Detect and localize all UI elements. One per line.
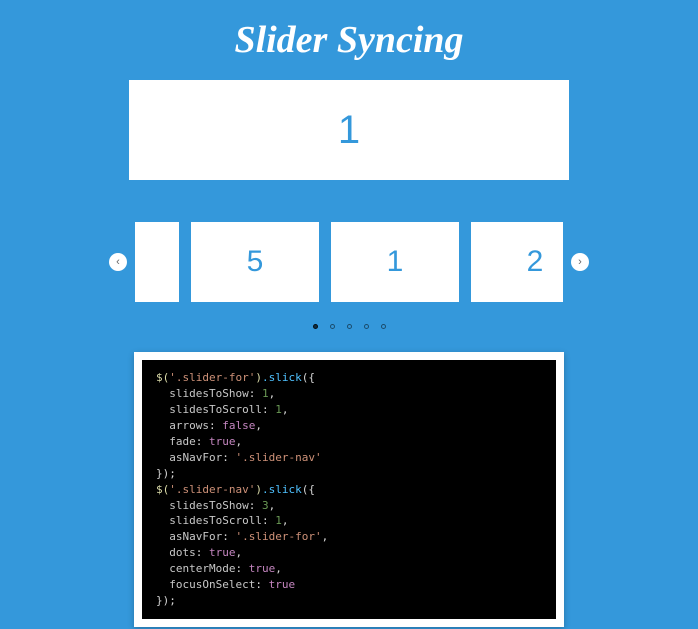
pagination-dot[interactable] xyxy=(330,324,335,329)
page-title: Slider Syncing xyxy=(0,0,698,72)
pagination-dots xyxy=(0,316,698,334)
pagination-dot[interactable] xyxy=(364,324,369,329)
nav-slide[interactable]: 2 xyxy=(471,222,563,302)
nav-slide[interactable]: 4 xyxy=(135,222,179,302)
nav-slide[interactable]: 1 xyxy=(331,222,459,302)
pagination-dot[interactable] xyxy=(381,324,386,329)
slider-nav: ‹ 45123 › xyxy=(109,222,589,302)
nav-slide[interactable]: 5 xyxy=(191,222,319,302)
code-example: $('.slider-for').slick({ slidesToShow: 1… xyxy=(142,360,556,619)
pagination-dot[interactable] xyxy=(347,324,352,329)
pagination-dot[interactable] xyxy=(313,324,318,329)
next-arrow-icon[interactable]: › xyxy=(571,253,589,271)
slider-for-current-slide: 1 xyxy=(129,80,569,180)
nav-track: 45123 xyxy=(135,222,563,302)
code-example-frame: $('.slider-for').slick({ slidesToShow: 1… xyxy=(134,352,564,627)
prev-arrow-icon[interactable]: ‹ xyxy=(109,253,127,271)
